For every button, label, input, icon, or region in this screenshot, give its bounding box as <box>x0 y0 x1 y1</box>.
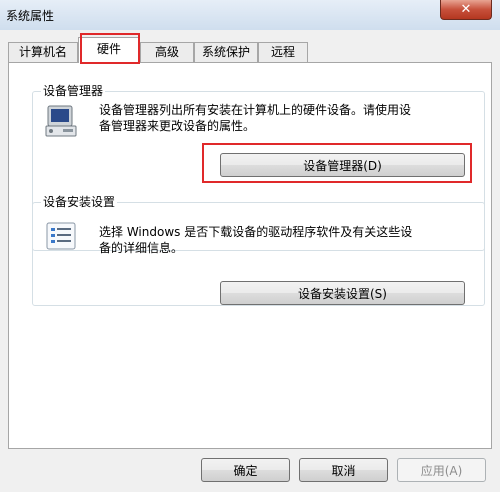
tab-advanced[interactable]: 高级 <box>140 42 194 62</box>
device-install-group: 设备安装设置 选择 Windows 是否下载设备的驱动程序软件及有关这些设 备的… <box>32 195 485 306</box>
cancel-button[interactable]: 取消 <box>299 458 388 482</box>
tab-computer-name[interactable]: 计算机名 <box>8 42 78 62</box>
device-manager-description-line1: 设备管理器列出所有安装在计算机上的硬件设备。请使用设 <box>99 103 412 117</box>
system-properties-dialog: 系统属性 ✕ 计算机名 硬件 高级 系统保护 远程 设备管理器 设备管理器列出所… <box>0 0 500 492</box>
device-install-description-line1: 选择 Windows 是否下载设备的驱动程序软件及有关这些设 <box>99 225 413 239</box>
tab-remote[interactable]: 远程 <box>258 42 308 62</box>
tab-highlight-box <box>80 33 140 64</box>
device-install-description-line2: 备的详细信息。 <box>99 241 184 255</box>
device-manager-highlight-box <box>202 143 472 183</box>
device-manager-description: 设备管理器列出所有安装在计算机上的硬件设备。请使用设 备管理器来更改设备的属性。 <box>99 102 411 134</box>
title-bar[interactable]: 系统属性 ✕ <box>0 0 500 30</box>
close-button[interactable]: ✕ <box>440 0 492 20</box>
hardware-tab-panel: 设备管理器 设备管理器列出所有安装在计算机上的硬件设备。请使用设 备管理器来更改… <box>8 62 492 449</box>
device-install-settings-button[interactable]: 设备安装设置(S) <box>220 281 465 305</box>
apply-button[interactable]: 应用(A) <box>397 458 486 482</box>
device-install-description: 选择 Windows 是否下载设备的驱动程序软件及有关这些设 备的详细信息。 <box>99 224 412 256</box>
device-manager-icon <box>45 105 77 137</box>
ok-button[interactable]: 确定 <box>201 458 290 482</box>
tab-system-protection[interactable]: 系统保护 <box>194 42 258 62</box>
device-manager-description-line2: 备管理器来更改设备的属性。 <box>99 119 256 133</box>
device-install-group-title: 设备安装设置 <box>41 195 118 209</box>
window-title: 系统属性 <box>6 9 55 23</box>
device-manager-group-title: 设备管理器 <box>41 84 106 98</box>
device-install-settings-icon <box>46 222 76 250</box>
